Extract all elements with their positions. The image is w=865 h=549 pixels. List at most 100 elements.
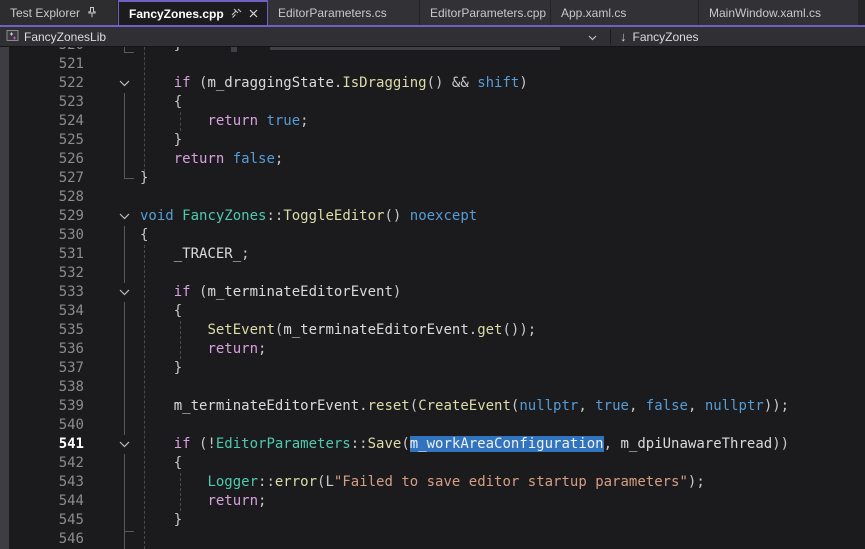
code-line[interactable]: m_terminateEditorEvent.reset(CreateEvent… — [140, 397, 789, 416]
fold-chevron-icon[interactable] — [116, 435, 132, 454]
code-token: ToggleEditor — [283, 208, 384, 224]
code-token: true — [595, 398, 629, 414]
pin-icon[interactable] — [231, 8, 242, 19]
types-dropdown[interactable] — [588, 27, 597, 46]
code-token: noexcept — [410, 208, 477, 224]
code-token: void — [140, 208, 174, 224]
code-line[interactable]: if (!EditorParameters::Save(m_workAreaCo… — [140, 435, 789, 454]
fold-guide-tick — [124, 52, 134, 53]
fold-guide-tick — [124, 178, 134, 179]
code-token: } — [174, 47, 182, 53]
code-token: :: — [258, 474, 275, 490]
line-number: 533 — [9, 283, 84, 302]
code-token: () — [427, 75, 452, 91]
line-number: 526 — [9, 150, 84, 169]
code-token: { — [174, 303, 182, 319]
code-token: if — [174, 436, 191, 452]
code-token: , — [629, 398, 646, 414]
tab-fancyzones-cpp[interactable]: FancyZones.cpp — [118, 0, 268, 25]
tab-label: App.xaml.cs — [561, 6, 626, 20]
code-token: SetEvent — [207, 322, 274, 338]
code-line[interactable]: { — [140, 226, 148, 245]
code-line[interactable]: } — [140, 511, 182, 530]
line-number: 520 — [9, 47, 84, 55]
code-line[interactable]: Logger::error(L"Failed to save editor st… — [140, 473, 705, 492]
code-line[interactable]: return true; — [140, 112, 309, 131]
project-dropdown[interactable]: FancyZonesLib — [6, 27, 106, 46]
code-token: return — [207, 113, 258, 129]
dropdown-caret-icon — [588, 30, 597, 44]
tab-test-explorer[interactable]: Test Explorer — [0, 0, 118, 25]
tab-label: MainWindow.xaml.cs — [709, 6, 821, 20]
fold-chevron-icon[interactable] — [116, 283, 132, 302]
tab-label: Test Explorer — [10, 6, 80, 20]
code-line[interactable]: _TRACER_; — [140, 245, 250, 264]
document-tab-bar: Test Explorer FancyZones.cpp EditorParam… — [0, 0, 865, 27]
code-token: false — [646, 398, 688, 414]
code-line[interactable]: } — [140, 131, 182, 150]
code-line[interactable]: return; — [140, 340, 266, 359]
line-number: 541 — [9, 435, 84, 454]
code-token: "Failed to save editor startup parameter… — [334, 474, 688, 490]
code-line[interactable]: } — [140, 359, 182, 378]
tab-label: FancyZones.cpp — [129, 7, 224, 21]
code-token: nullptr — [705, 398, 764, 414]
fold-guide-line — [124, 226, 125, 283]
code-line[interactable]: if (m_terminateEditorEvent) — [140, 283, 401, 302]
code-line[interactable]: if (m_draggingState.IsDragging() && shif… — [140, 74, 528, 93]
code-token: ; — [241, 246, 249, 262]
tab-editorparameters-cs[interactable]: EditorParameters.cs — [268, 0, 420, 25]
fold-chevron-icon[interactable] — [116, 207, 132, 226]
line-number: 545 — [9, 511, 84, 530]
selected-token: m_workAreaConfiguration — [410, 436, 604, 452]
line-number: 532 — [9, 264, 84, 283]
navigation-bar: FancyZonesLib ↓ FancyZones — [0, 27, 865, 47]
code-token: error — [275, 474, 317, 490]
code-token: ( — [410, 398, 418, 414]
code-editor[interactable]: 520 }521522 if (m_draggingState.IsDraggi… — [0, 47, 865, 549]
code-token: reset — [368, 398, 410, 414]
close-icon[interactable] — [249, 9, 258, 18]
clipped-line-remnant — [270, 47, 560, 50]
tab-editorparameters-cpp[interactable]: EditorParameters.cpp — [420, 0, 551, 25]
code-line[interactable]: return false; — [140, 150, 283, 169]
code-token: } — [174, 360, 182, 376]
line-number: 522 — [9, 74, 84, 93]
line-number: 538 — [9, 378, 84, 397]
line-number: 544 — [9, 492, 84, 511]
code-line[interactable]: return; — [140, 492, 266, 511]
line-number: 527 — [9, 169, 84, 188]
line-number: 530 — [9, 226, 84, 245]
code-token: true — [266, 113, 300, 129]
scope-dropdown[interactable]: ↓ FancyZones — [620, 27, 699, 46]
code-token: if — [174, 75, 191, 91]
fold-guide-line — [124, 93, 125, 178]
code-token: :: — [266, 208, 283, 224]
code-token: return — [207, 493, 258, 509]
tab-mainwindow-xaml-cs[interactable]: MainWindow.xaml.cs — [699, 0, 859, 25]
pin-icon[interactable] — [87, 7, 97, 18]
code-line[interactable]: { — [140, 454, 182, 473]
code-token: shift — [477, 75, 519, 91]
code-token: Save — [368, 436, 402, 452]
line-number: 528 — [9, 188, 84, 207]
code-token: { — [174, 94, 182, 110]
code-token: ( — [191, 75, 208, 91]
tab-app-xaml-cs[interactable]: App.xaml.cs — [551, 0, 699, 25]
line-number: 546 — [9, 530, 84, 549]
code-line[interactable]: } — [140, 47, 182, 55]
code-line[interactable]: { — [140, 93, 182, 112]
code-line[interactable]: void FancyZones::ToggleEditor() noexcept — [140, 207, 477, 226]
code-line[interactable]: } — [140, 169, 148, 188]
clipped-line-remnant — [231, 47, 237, 52]
fold-chevron-icon[interactable] — [116, 74, 132, 93]
line-number: 531 — [9, 245, 84, 264]
code-token: (! — [191, 436, 216, 452]
code-line[interactable]: { — [140, 302, 182, 321]
code-token: } — [174, 512, 182, 528]
code-token: } — [140, 170, 148, 186]
code-token: )) — [772, 436, 789, 452]
line-number: 543 — [9, 473, 84, 492]
down-arrow-icon: ↓ — [620, 29, 627, 44]
code-line[interactable]: SetEvent(m_terminateEditorEvent.get()); — [140, 321, 536, 340]
